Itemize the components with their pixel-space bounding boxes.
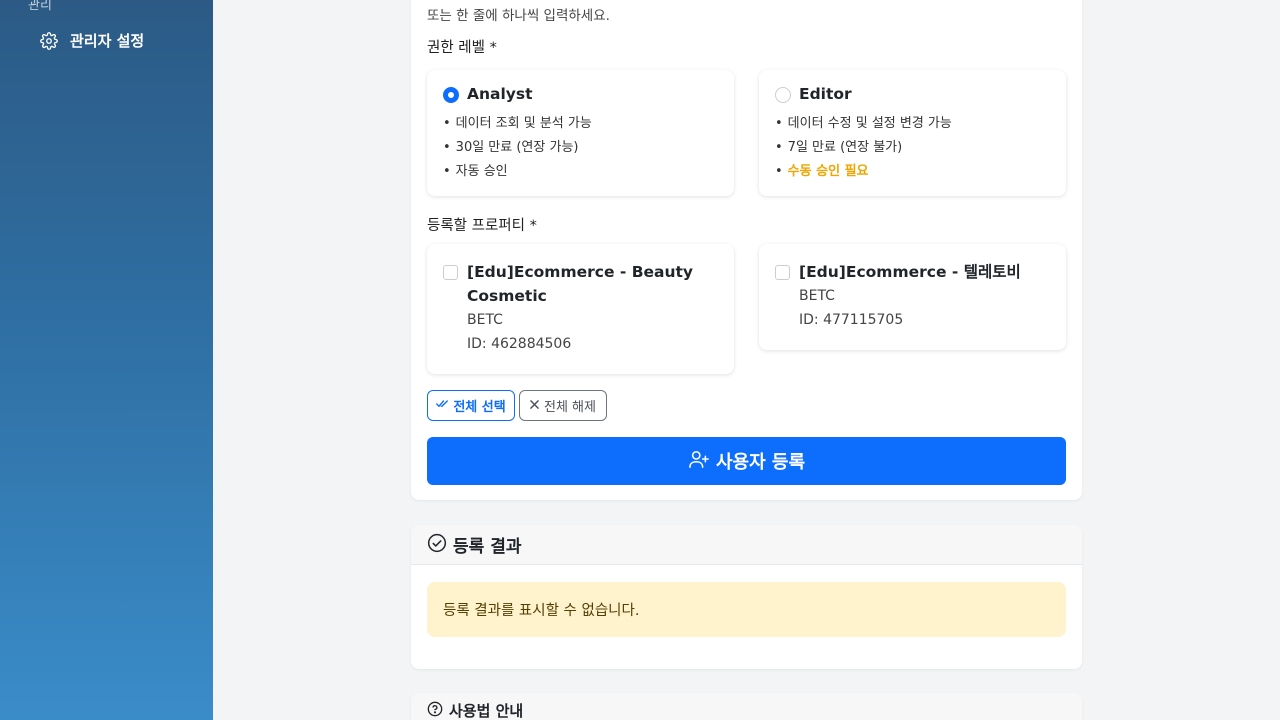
registration-result-card: 등록 결과 등록 결과를 표시할 수 없습니다.	[411, 525, 1082, 669]
clear-all-label: 전체 해제	[544, 400, 596, 415]
question-circle-icon	[427, 701, 443, 720]
property-title: [Edu]Ecommerce - 텔레토비	[799, 263, 1021, 281]
property-checkbox[interactable]	[443, 265, 458, 280]
feature-item: 데이터 수정 및 설정 변경 가능	[775, 112, 952, 136]
feature-item: 데이터 조회 및 분석 가능	[443, 112, 592, 136]
select-all-label: 전체 선택	[453, 400, 506, 415]
sidebar-section-label: 관리	[28, 0, 52, 13]
feature-item: 7일 만료 (연장 불가)	[775, 136, 952, 160]
sidebar-item-admin-settings[interactable]: 관리자 설정	[40, 30, 144, 51]
card-header[interactable]: 사용법 안내	[411, 693, 1082, 720]
result-alert: 등록 결과를 표시할 수 없습니다.	[427, 582, 1066, 637]
permission-option-analyst[interactable]: Analyst 데이터 조회 및 분석 가능 30일 만료 (연장 가능) 자동…	[427, 70, 734, 196]
analyst-radio[interactable]	[443, 87, 459, 103]
close-icon	[530, 398, 539, 413]
card-header: 등록 결과	[411, 525, 1082, 565]
property-title: [Edu]Ecommerce - Beauty Cosmetic	[467, 263, 694, 305]
option-title: Editor	[799, 85, 852, 103]
usage-guide-card: 사용법 안내	[411, 693, 1082, 720]
sidebar: 관리 관리자 설정	[0, 0, 213, 720]
editor-radio[interactable]	[775, 87, 791, 103]
check-double-icon	[436, 398, 449, 413]
option-features: 데이터 조회 및 분석 가능 30일 만료 (연장 가능) 자동 승인	[443, 112, 592, 184]
permission-level-label: 권한 레벨 *	[427, 40, 497, 56]
option-title: Analyst	[467, 85, 533, 103]
property-label: 등록할 프로퍼티 *	[427, 218, 537, 234]
feature-item-warning: 수동 승인 필요	[775, 160, 952, 184]
property-code: BETC	[467, 312, 503, 328]
input-hint: 또는 한 줄에 하나씩 입력하세요.	[427, 8, 610, 24]
select-all-button[interactable]: 전체 선택	[427, 390, 515, 421]
permission-option-editor[interactable]: Editor 데이터 수정 및 설정 변경 가능 7일 만료 (연장 불가) 수…	[759, 70, 1066, 196]
result-title: 등록 결과	[453, 537, 522, 557]
user-plus-icon	[688, 449, 710, 474]
property-checkbox[interactable]	[775, 265, 790, 280]
feature-item: 자동 승인	[443, 160, 592, 184]
guide-title: 사용법 안내	[449, 702, 524, 720]
property-id: ID: 462884506	[467, 336, 572, 352]
property-card[interactable]: [Edu]Ecommerce - Beauty Cosmetic BETC ID…	[427, 244, 734, 374]
register-user-label: 사용자 등록	[715, 452, 806, 473]
clear-all-button[interactable]: 전체 해제	[519, 390, 607, 421]
property-code: BETC	[799, 288, 835, 304]
gear-icon	[40, 31, 58, 50]
feature-item: 30일 만료 (연장 가능)	[443, 136, 592, 160]
option-features: 데이터 수정 및 설정 변경 가능 7일 만료 (연장 불가) 수동 승인 필요	[775, 112, 952, 184]
register-user-button[interactable]: 사용자 등록	[427, 437, 1066, 485]
sidebar-item-label: 관리자 설정	[70, 32, 145, 50]
main-content: 또는 한 줄에 하나씩 입력하세요. 권한 레벨 * Analyst 데이터 조…	[213, 0, 1280, 720]
property-id: ID: 477115705	[799, 312, 904, 328]
user-registration-form: 또는 한 줄에 하나씩 입력하세요. 권한 레벨 * Analyst 데이터 조…	[411, 0, 1082, 500]
property-card[interactable]: [Edu]Ecommerce - 텔레토비 BETC ID: 477115705	[759, 244, 1066, 350]
check-circle-icon	[427, 533, 447, 557]
